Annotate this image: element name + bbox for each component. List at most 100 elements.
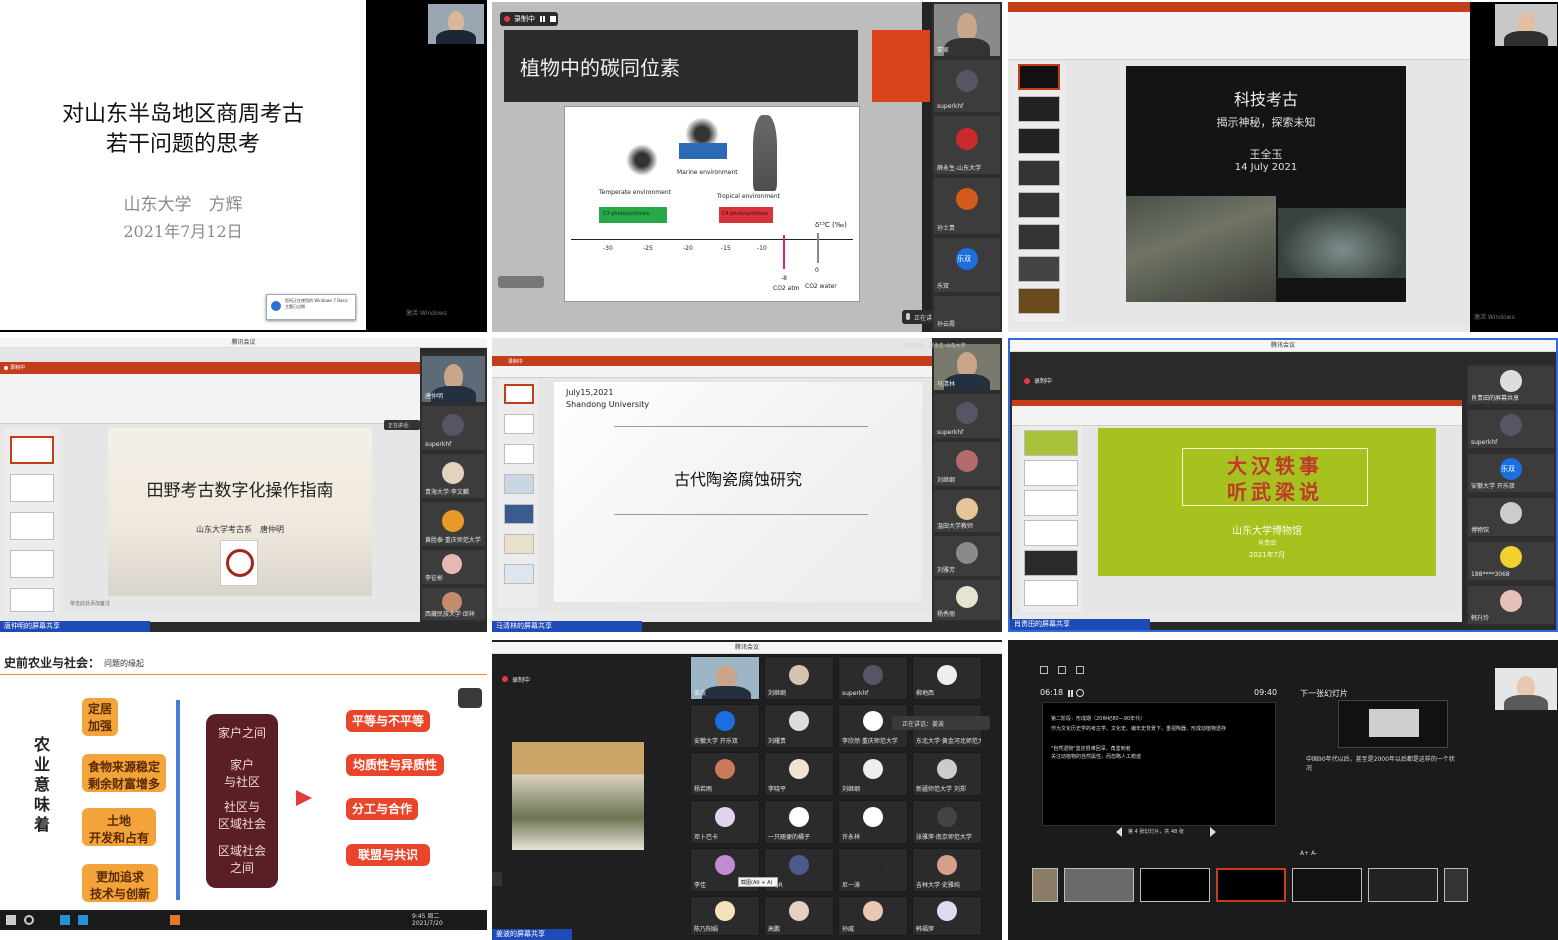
participant-tile[interactable]: 韩升玲 (1468, 586, 1554, 624)
slide-tools[interactable] (498, 276, 544, 288)
slide-thumbnail[interactable] (1018, 96, 1060, 122)
panel-gallery-view[interactable]: 腾讯会议 录制中 姜波 刘继纲 superkhf 柳地西 安徽大学 开乐双 刘耀… (492, 640, 1002, 940)
participant-tile[interactable]: 姜波 (690, 656, 760, 700)
prev-slide-icon[interactable] (1116, 827, 1122, 837)
participant-tile[interactable]: 高鹏 (764, 896, 834, 936)
participant-tile[interactable]: 尼一涛 (838, 848, 908, 892)
participant-tile[interactable]: 安徽大学 开乐双 (690, 704, 760, 748)
participant-tile[interactable]: superkhf (838, 656, 908, 700)
slide-thumbnail[interactable] (1018, 192, 1060, 218)
slide-thumbnail[interactable] (1024, 490, 1078, 516)
participant-tile[interactable]: 张雅萍·南京师范大学 (912, 800, 982, 844)
participant-tile[interactable]: 黄胜泰·重庆师范大学 (422, 502, 485, 546)
panel-sci-archaeology[interactable]: 科技考古 揭示神秘，探索未知 王全玉 14 July 2021 激活 Windo… (1008, 2, 1558, 332)
slide-thumbnail[interactable] (1064, 868, 1134, 902)
participant-tile[interactable]: 韩福萍 (912, 896, 982, 936)
participant-tile[interactable]: 邓卜巴卡 (690, 800, 760, 844)
participant-tile[interactable]: 许永祥 (838, 800, 908, 844)
ppt-ribbon[interactable] (1012, 406, 1462, 426)
participant-tile[interactable]: superkhf (422, 406, 485, 450)
participant-tile[interactable]: 乐双 乐双 (934, 238, 1000, 292)
slide-thumbnail[interactable] (1024, 520, 1078, 546)
slide-thumbnail[interactable] (1024, 550, 1078, 576)
participant-tile[interactable]: 李征彬 (422, 550, 485, 584)
panel-carbon-isotopes[interactable]: 录制中 植物中的碳同位素 Temperate environment Marin… (492, 2, 1002, 332)
participant-tile[interactable]: 孙士贵 (934, 178, 1000, 234)
toolbar-icon[interactable] (1076, 666, 1084, 674)
participant-tile[interactable]: 刘雅芳 (934, 536, 1000, 576)
app-icon[interactable] (60, 915, 70, 925)
slide-thumbnail[interactable] (1018, 288, 1060, 314)
speaker-video[interactable] (428, 4, 484, 44)
participant-tile[interactable]: 陈乃阳娟 (690, 896, 760, 936)
slide-thumbnail[interactable] (10, 474, 54, 502)
panel-fang-hui[interactable]: 对山东半岛地区商周考古 若干问题的思考 山东大学 方辉 2021年7月12日 您… (0, 0, 487, 332)
rec-indicator[interactable]: 录制中 (1024, 376, 1064, 386)
slide-thumbnail[interactable] (1024, 580, 1078, 606)
slide-thumbnail[interactable] (1024, 460, 1078, 486)
windows-start-icon[interactable] (6, 915, 16, 925)
rec-indicator[interactable]: 录制中 (4, 364, 34, 372)
participant-tile[interactable]: 博物馆 (1468, 498, 1554, 536)
participant-tile[interactable]: 吉林大学·史雅纯 (912, 848, 982, 892)
participant-tile[interactable]: 乐双 安徽大学 开乐双 (1468, 454, 1554, 492)
participant-tile[interactable]: 新疆师范大学 刘郑 (912, 752, 982, 796)
slide-thumbnail[interactable] (504, 534, 534, 554)
slide-thumbnail[interactable] (1140, 868, 1210, 902)
slide-thumbnail[interactable] (1018, 128, 1060, 154)
participant-tile[interactable]: 刘继纲 (838, 752, 908, 796)
participant-tile[interactable]: 刘继纲 (934, 442, 1000, 486)
participant-tile[interactable]: 马清林 (934, 344, 1000, 390)
thumbnail-pane[interactable] (1012, 62, 1066, 322)
slide-thumbnail[interactable] (1018, 256, 1060, 282)
thumbnail-pane[interactable] (1020, 426, 1082, 612)
participant-tile[interactable]: 刘继纲 (764, 656, 834, 700)
participant-tile[interactable]: 188****3068 (1468, 542, 1554, 580)
thumbnail-pane[interactable] (4, 428, 60, 614)
stop-icon[interactable] (550, 16, 556, 22)
slide-thumbnail[interactable] (1368, 868, 1438, 902)
panel-prehistoric-agri[interactable]: 史前农业与社会： 问题的缘起 农业意味着 定居 加强 食物来源稳定 剩余财富增多… (0, 640, 487, 940)
participant-tile[interactable]: 孙威 (838, 896, 908, 936)
slide-thumbnail[interactable] (504, 474, 534, 494)
participant-tile[interactable]: superkhf (1468, 410, 1554, 448)
slide-thumbnail[interactable] (10, 436, 54, 464)
notes-placeholder[interactable]: 单击此处添加备注 (70, 600, 110, 607)
ppt-ribbon[interactable] (1008, 12, 1470, 60)
thumbnail-pane[interactable] (498, 380, 538, 608)
slide-thumbnail[interactable] (1024, 430, 1078, 456)
participant-tile[interactable]: 刘耀贵 (764, 704, 834, 748)
participant-tile[interactable]: 青海大学·李文麟 (422, 454, 485, 498)
toolbar-icon[interactable] (1040, 666, 1048, 674)
slide-thumbnail[interactable] (1032, 868, 1058, 902)
participant-tile[interactable]: 李晓平 (764, 752, 834, 796)
ppt-ribbon[interactable] (0, 374, 420, 424)
slide-thumbnail[interactable] (1444, 868, 1468, 902)
rec-indicator[interactable]: 录制中 (500, 358, 534, 366)
ppt-ribbon[interactable] (492, 366, 932, 378)
panel-ceramic-corrosion[interactable]: 录制中 July15,2021 Shandong University 古代陶瓷… (492, 338, 1002, 632)
slide-thumbnail[interactable] (10, 512, 54, 540)
participant-tile[interactable]: 柳地西 (912, 656, 982, 700)
participant-tile[interactable]: 唐仲明 (422, 356, 485, 402)
slide-thumbnail[interactable] (10, 550, 54, 578)
panel-presenter-view[interactable]: 06:18 09:40 第二阶段：形成期（20世纪80—90年代） 作为文化历史… (1008, 640, 1558, 940)
slide-thumbnail[interactable] (1018, 160, 1060, 186)
search-icon[interactable] (24, 915, 34, 925)
slide-thumbnail[interactable] (1292, 868, 1362, 902)
slide-thumbnail[interactable] (504, 414, 534, 434)
slide-thumbnail[interactable] (10, 588, 54, 612)
participant-tile[interactable]: 孙云霞 (934, 296, 1000, 330)
slide-thumbnail[interactable] (1018, 64, 1060, 90)
panel-han-stories[interactable]: 腾讯会议 录制中 大汉轶事 听武梁说 山东大学博物馆 肖贵田 2021年7月 肖… (1008, 338, 1558, 632)
slide-thumbnail[interactable] (504, 444, 534, 464)
participant-tile[interactable]: superkhf (934, 60, 1000, 112)
pause-icon[interactable] (540, 16, 545, 22)
toolbar-icon[interactable] (1058, 666, 1066, 674)
font-size-controls[interactable]: A+ A- (1300, 850, 1317, 857)
participant-tile[interactable]: 一只随便的橘子 (764, 800, 834, 844)
speaker-video[interactable] (1495, 4, 1557, 46)
slide-thumbnail[interactable] (504, 564, 534, 584)
next-slide-icon[interactable] (1210, 827, 1216, 837)
rec-indicator[interactable]: 录制中 (500, 12, 558, 26)
